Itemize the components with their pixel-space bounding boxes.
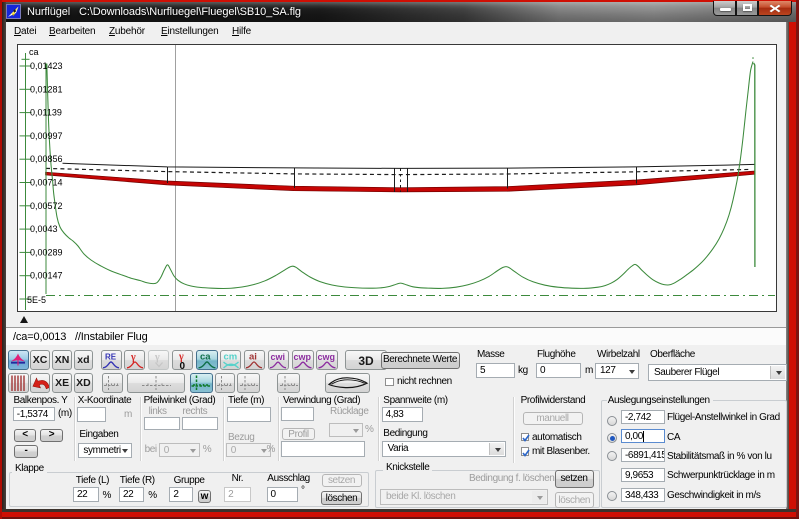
svg-text:0,00997: 0,00997 xyxy=(30,131,63,141)
svg-text:0,0043: 0,0043 xyxy=(30,224,58,234)
svg-text:cm: cm xyxy=(223,352,237,363)
svg-text:0,00289: 0,00289 xyxy=(30,247,63,257)
svg-text:ai: ai xyxy=(249,352,257,363)
svg-text:ca: ca xyxy=(200,352,211,363)
svg-text:cwi: cwi xyxy=(271,352,286,362)
svg-text:0,00147: 0,00147 xyxy=(30,271,63,281)
svg-text:cwg: cwg xyxy=(317,352,335,362)
svg-text:0,01139: 0,01139 xyxy=(30,108,62,118)
svg-text:RE: RE xyxy=(105,353,117,362)
svg-text:0,00856: 0,00856 xyxy=(30,154,63,164)
svg-text:cwp: cwp xyxy=(293,352,311,362)
svg-text:γ: γ xyxy=(154,352,160,363)
svg-text:ca: ca xyxy=(29,47,39,57)
svg-text:0,00572: 0,00572 xyxy=(30,201,63,211)
svg-text:0,01423: 0,01423 xyxy=(30,61,63,71)
svg-text:0: 0 xyxy=(179,361,185,370)
svg-text:0,00714: 0,00714 xyxy=(30,178,63,188)
svg-text:γ: γ xyxy=(130,352,136,363)
svg-text:0,01281: 0,01281 xyxy=(30,84,63,94)
svg-text:5E-5: 5E-5 xyxy=(27,295,46,305)
